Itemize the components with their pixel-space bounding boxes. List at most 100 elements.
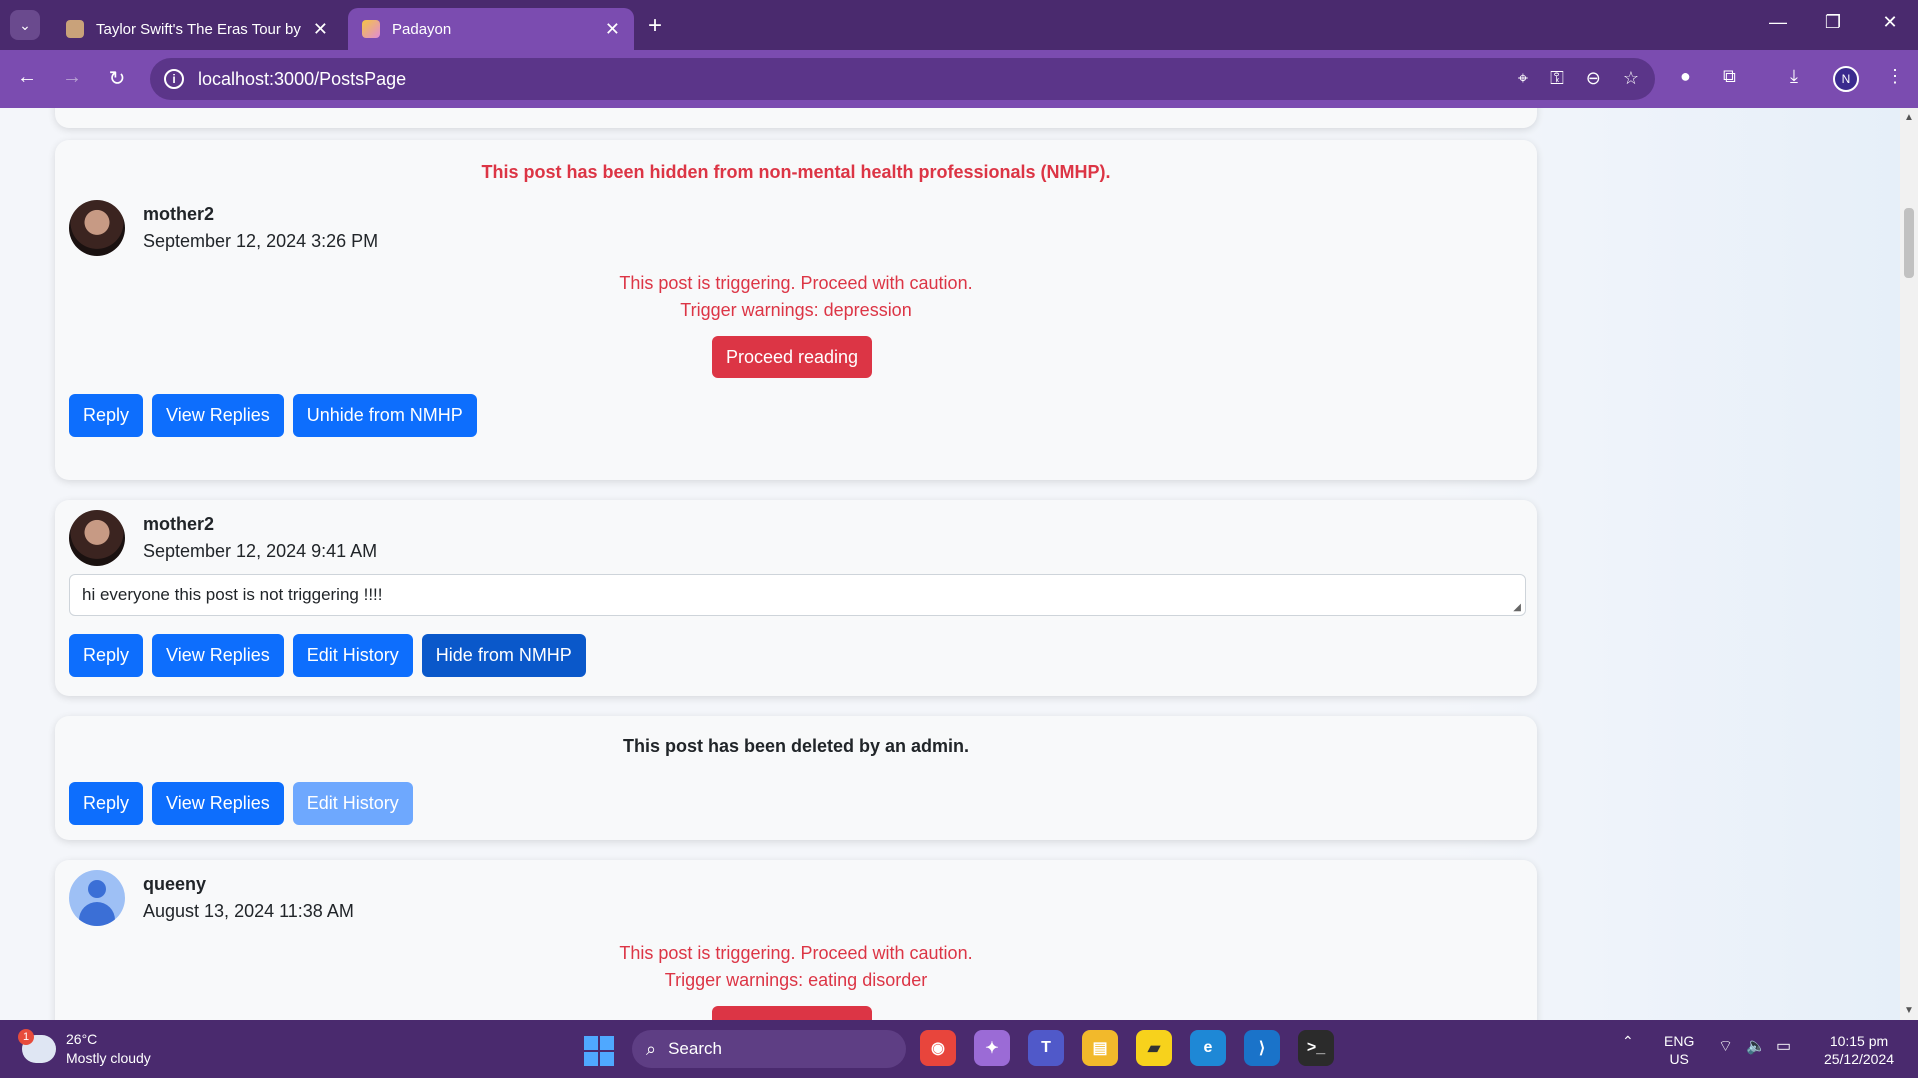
new-tab-plus-icon[interactable]: + [648,12,662,40]
post-date: September 12, 2024 3:26 PM [143,231,379,251]
reply-button[interactable]: Reply [69,394,144,437]
menu-kebab-icon[interactable]: ⋮ [1886,66,1904,87]
tab-padayon[interactable]: Padayon ✕ [348,8,634,50]
edit-history-button[interactable]: Edit History [292,634,413,677]
back-arrow-icon[interactable]: ← [12,66,42,89]
cloud-icon: 1 [18,1029,56,1063]
clock-time: 10:15 pm [1829,1033,1889,1049]
edit-history-button: Edit History [292,782,413,825]
address-bar[interactable]: i localhost:3000/PostsPage ⌖ ⚿ ⊖ ☆ [150,58,1655,100]
post-author: mother2 September 12, 2024 9:41 AM [69,510,377,566]
post-text: hi everyone this post is not triggering … [82,585,383,604]
previous-post-card [55,108,1537,128]
copilot-icon[interactable]: ✦ [974,1030,1010,1066]
post-card: mother2 September 12, 2024 9:41 AM hi ev… [55,500,1537,696]
restore-icon[interactable]: ❐ [1813,12,1853,33]
weather-desc: Mostly cloudy [66,1050,151,1066]
deleted-post-note: This post has been deleted by an admin. [622,736,970,756]
teams-icon[interactable]: T [1028,1030,1064,1066]
warning-topics-text: Trigger warnings: eating disorder [664,970,928,990]
extensions-puzzle-icon[interactable]: ⧉ [1723,66,1736,87]
page-scrollbar[interactable]: ▲ ▼ [1900,108,1918,1020]
trigger-warning: This post is triggering. Proceed with ca… [55,940,1537,994]
avatar [69,510,125,566]
post-card: This post has been hidden from non-menta… [55,140,1537,480]
proceed-reading-button[interactable] [712,1006,872,1020]
reply-button[interactable]: Reply [69,782,144,825]
post-actions: Reply View Replies Unhide from NMHP [69,394,477,437]
author-name: mother2 [143,204,215,224]
close-icon[interactable]: ✕ [313,19,328,40]
tray-overflow-chevron-icon[interactable]: ⌃ [1622,1032,1634,1050]
search-icon: ⌕ [646,1038,657,1059]
post-text-area[interactable]: hi everyone this post is not triggering … [69,574,1526,616]
resize-handle-icon[interactable]: ◢ [1513,602,1521,613]
scroll-down-arrow-icon[interactable]: ▼ [1904,1005,1914,1016]
windows-taskbar: 1 26°C Mostly cloudy ⌕ Search ◉ ✦ T ▤ ▰ … [0,1020,1918,1078]
keyboard-region: US [1669,1051,1689,1067]
minimize-icon[interactable]: — [1758,12,1798,33]
extension-status-icon[interactable]: ● [1680,66,1691,87]
notification-badge: 1 [18,1029,34,1045]
language-indicator[interactable]: ENG US [1664,1032,1694,1068]
window-close-icon[interactable]: ✕ [1870,12,1910,33]
profile-avatar[interactable]: N [1833,66,1859,92]
scroll-up-arrow-icon[interactable]: ▲ [1904,112,1914,123]
reload-icon[interactable]: ↻ [102,66,132,91]
view-replies-button[interactable]: View Replies [152,782,284,825]
sticky-notes-icon[interactable]: ▰ [1136,1030,1172,1066]
proceed-reading-button[interactable]: Proceed reading [712,336,872,378]
taskbar-search[interactable]: ⌕ Search [632,1030,906,1068]
tab-favicon-icon [362,20,380,38]
taskbar-apps: ◉ ✦ T ▤ ▰ e ⟩ >_ [920,1030,1334,1066]
chrome-icon[interactable]: ◉ [920,1030,956,1066]
forward-arrow-icon[interactable]: → [57,66,87,89]
post-author: queeny August 13, 2024 11:38 AM [69,870,354,926]
tab-eras-tour[interactable]: Taylor Swift's The Eras Tour by N ✕ [52,8,342,50]
default-avatar-icon [69,870,125,926]
reply-button[interactable]: Reply [69,634,144,677]
weather-temp: 26°C [66,1031,98,1047]
post-author: mother2 September 12, 2024 3:26 PM [69,200,378,256]
address-url: localhost:3000/PostsPage [198,68,407,89]
avatar [69,200,125,256]
author-name: queeny [143,874,207,894]
tab-bar: ⌄ Taylor Swift's The Eras Tour by N ✕ Pa… [0,0,1918,50]
bookmark-star-icon[interactable]: ☆ [1623,68,1639,89]
vscode-icon[interactable]: ⟩ [1244,1030,1280,1066]
weather-widget[interactable]: 1 26°C Mostly cloudy [18,1029,151,1068]
clock-date: 25/12/2024 [1823,1051,1895,1067]
location-icon[interactable]: ⌖ [1518,68,1528,89]
windows-start-icon[interactable] [584,1036,614,1066]
edge-icon[interactable]: e [1190,1030,1226,1066]
wifi-icon[interactable]: ⌔ [1718,1038,1733,1056]
clock[interactable]: 10:15 pm 25/12/2024 [1816,1032,1902,1068]
search-label: Search [668,1039,722,1058]
hide-from-nmhp-button[interactable]: Hide from NMHP [421,634,586,677]
trigger-warning: This post is triggering. Proceed with ca… [55,270,1537,324]
post-date: September 12, 2024 9:41 AM [143,541,378,561]
post-actions: Reply View Replies Edit History [69,782,413,825]
zoom-icon[interactable]: ⊖ [1586,68,1601,89]
view-replies-button[interactable]: View Replies [152,634,284,677]
close-icon[interactable]: ✕ [605,19,620,40]
terminal-icon[interactable]: >_ [1298,1030,1334,1066]
post-card: queeny August 13, 2024 11:38 AM This pos… [55,860,1537,1020]
volume-icon[interactable]: 🔈 [1746,1038,1766,1056]
language-code: ENG [1664,1033,1695,1049]
downloads-icon[interactable]: ⤓ [1790,66,1798,87]
post-date: August 13, 2024 11:38 AM [143,901,354,921]
scroll-thumb[interactable] [1904,208,1914,278]
hidden-from-nmhp-note: This post has been hidden from non-menta… [481,162,1111,182]
battery-icon[interactable]: ▭ [1776,1038,1791,1056]
view-replies-button[interactable]: View Replies [152,394,284,437]
warning-caution-text: This post is triggering. Proceed with ca… [619,273,973,293]
file-explorer-icon[interactable]: ▤ [1082,1030,1118,1066]
site-info-icon[interactable]: i [164,69,184,89]
tab-favicon-icon [66,20,84,38]
warning-caution-text: This post is triggering. Proceed with ca… [619,943,973,963]
tab-search-button[interactable]: ⌄ [10,10,40,40]
password-key-icon[interactable]: ⚿ [1550,68,1564,89]
browser-toolbar: ← → ↻ i localhost:3000/PostsPage ⌖ ⚿ ⊖ ☆… [0,50,1918,108]
unhide-from-nmhp-button[interactable]: Unhide from NMHP [292,394,477,437]
